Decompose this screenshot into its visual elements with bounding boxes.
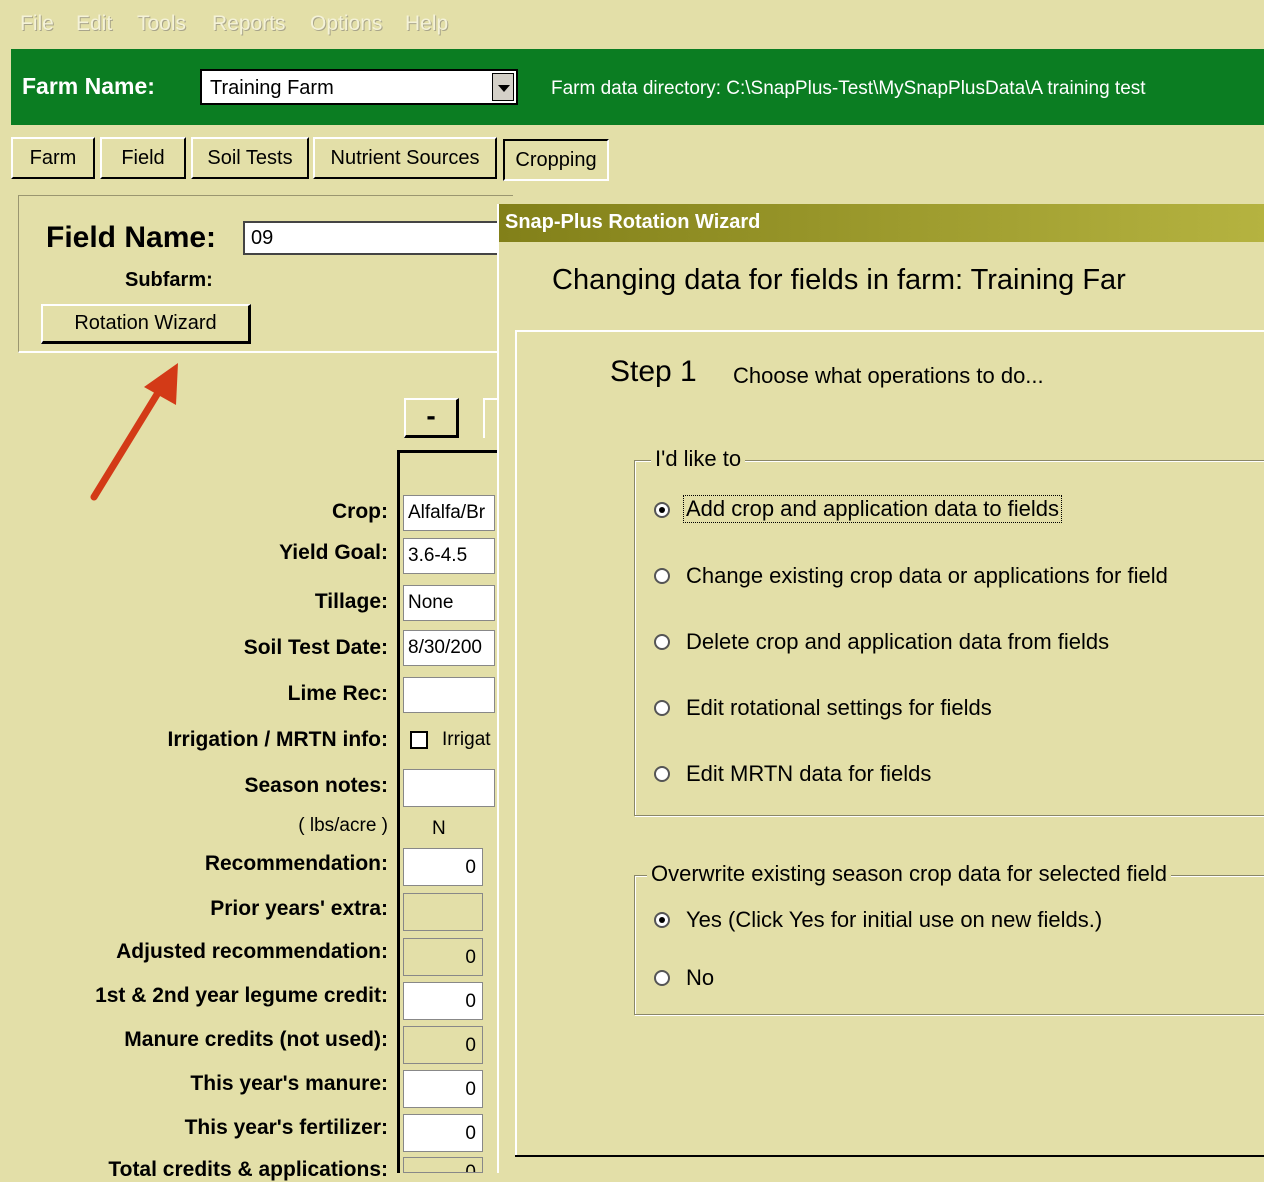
radio-edit-mrtn[interactable] [654, 766, 670, 782]
soil-test-date-cell[interactable]: 8/30/200 [403, 630, 495, 666]
tab-farm[interactable]: Farm [11, 137, 95, 179]
radio-delete-crop[interactable] [654, 634, 670, 650]
menu-tools[interactable]: Tools [137, 12, 186, 36]
option-edit-mrtn-label[interactable]: Edit MRTN data for fields [686, 761, 931, 787]
rotation-wizard-button[interactable]: Rotation Wizard [41, 304, 251, 344]
soil-test-date-label: Soil Test Date: [243, 636, 388, 659]
this-year-fertilizer-n-cell[interactable]: 0 [403, 1114, 483, 1152]
option-delete-crop-label[interactable]: Delete crop and application data from fi… [686, 629, 1109, 655]
farm-data-directory: Farm data directory: C:\SnapPlus-Test\My… [551, 78, 1146, 99]
tab-nutrient-sources[interactable]: Nutrient Sources [313, 137, 497, 179]
tillage-cell[interactable]: None [403, 585, 495, 621]
prior-years-label: Prior years' extra: [210, 897, 388, 920]
option-add-crop-label[interactable]: Add crop and application data to fields [682, 495, 1063, 523]
menu-file[interactable]: File [20, 12, 54, 36]
option-change-crop-label[interactable]: Change existing crop data or application… [686, 563, 1168, 589]
recommendation-n-cell[interactable]: 0 [403, 848, 483, 886]
crop-label: Crop: [332, 500, 388, 523]
field-name-label: Field Name: [46, 221, 217, 254]
radio-overwrite-no[interactable] [654, 970, 670, 986]
farm-name-label: Farm Name: [22, 73, 155, 99]
season-notes-label: Season notes: [244, 774, 388, 797]
season-notes-cell[interactable] [403, 769, 495, 807]
legume-credit-label: 1st & 2nd year legume credit: [95, 984, 388, 1007]
overwrite-group [634, 875, 1264, 1015]
manure-credits-label: Manure credits (not used): [124, 1028, 388, 1051]
yield-goal-label: Yield Goal: [279, 541, 388, 564]
irrigation-label: Irrigation / MRTN info: [167, 728, 388, 751]
irrigation-checkbox-label: Irrigat [442, 729, 491, 750]
chevron-down-icon[interactable] [492, 73, 514, 101]
option-edit-rotational-label[interactable]: Edit rotational settings for fields [686, 695, 992, 721]
irrigation-checkbox[interactable] [410, 731, 428, 749]
farm-name-value: Training Farm [210, 77, 334, 99]
remove-season-button[interactable]: - [404, 398, 459, 438]
this-year-manure-n-cell[interactable]: 0 [403, 1070, 483, 1108]
units-label: ( lbs/acre ) [298, 815, 388, 836]
subfarm-label: Subfarm: [125, 269, 213, 291]
wizard-title: Snap-Plus Rotation Wizard [505, 211, 761, 233]
yield-goal-cell[interactable]: 3.6-4.5 [403, 538, 495, 574]
this-year-fertilizer-label: This year's fertilizer: [184, 1116, 388, 1139]
lime-rec-cell[interactable] [403, 677, 495, 713]
radio-add-crop[interactable] [654, 502, 670, 518]
total-n-cell: 0 [403, 1157, 483, 1173]
radio-overwrite-yes[interactable] [654, 912, 670, 928]
tillage-label: Tillage: [314, 590, 388, 613]
operations-group-legend: I'd like to [651, 446, 746, 472]
legume-credit-n-cell[interactable]: 0 [403, 982, 483, 1020]
menu-bar: File Edit Tools Reports Options Help [0, 0, 1264, 50]
wizard-divider [515, 1155, 1264, 1157]
manure-credits-n-cell: 0 [403, 1026, 483, 1064]
step-description: Choose what operations to do... [733, 363, 1044, 388]
total-credits-label: Total credits & applications: [108, 1158, 388, 1181]
adjusted-recommendation-label: Adjusted recommendation: [116, 940, 388, 963]
crop-cell[interactable]: Alfalfa/Br [403, 495, 495, 531]
farm-name-select[interactable]: Training Farm [200, 69, 518, 105]
adjusted-n-cell: 0 [403, 938, 483, 976]
overwrite-no-label[interactable]: No [686, 965, 714, 991]
lime-rec-label: Lime Rec: [287, 682, 388, 705]
overwrite-yes-label[interactable]: Yes (Click Yes for initial use on new fi… [686, 907, 1102, 933]
menu-edit[interactable]: Edit [76, 12, 112, 36]
this-year-manure-label: This year's manure: [190, 1072, 388, 1095]
recommendation-label: Recommendation: [204, 852, 388, 875]
radio-change-crop[interactable] [654, 568, 670, 584]
field-name-input[interactable]: 09 [243, 221, 513, 255]
step-number: Step 1 [610, 355, 697, 388]
tab-soil-tests[interactable]: Soil Tests [191, 137, 309, 179]
menu-options[interactable]: Options [310, 12, 382, 36]
menu-reports[interactable]: Reports [212, 12, 286, 36]
tab-field[interactable]: Field [100, 137, 186, 179]
menu-help[interactable]: Help [405, 12, 448, 36]
overwrite-group-legend: Overwrite existing season crop data for … [647, 861, 1172, 887]
arrow-annotation-icon [90, 363, 178, 501]
radio-edit-rotational[interactable] [654, 700, 670, 716]
prior-years-n-cell [403, 893, 483, 931]
n-column-header: N [432, 818, 446, 839]
tab-cropping[interactable]: Cropping [503, 139, 609, 181]
wizard-heading: Changing data for fields in farm: Traini… [552, 264, 1126, 296]
